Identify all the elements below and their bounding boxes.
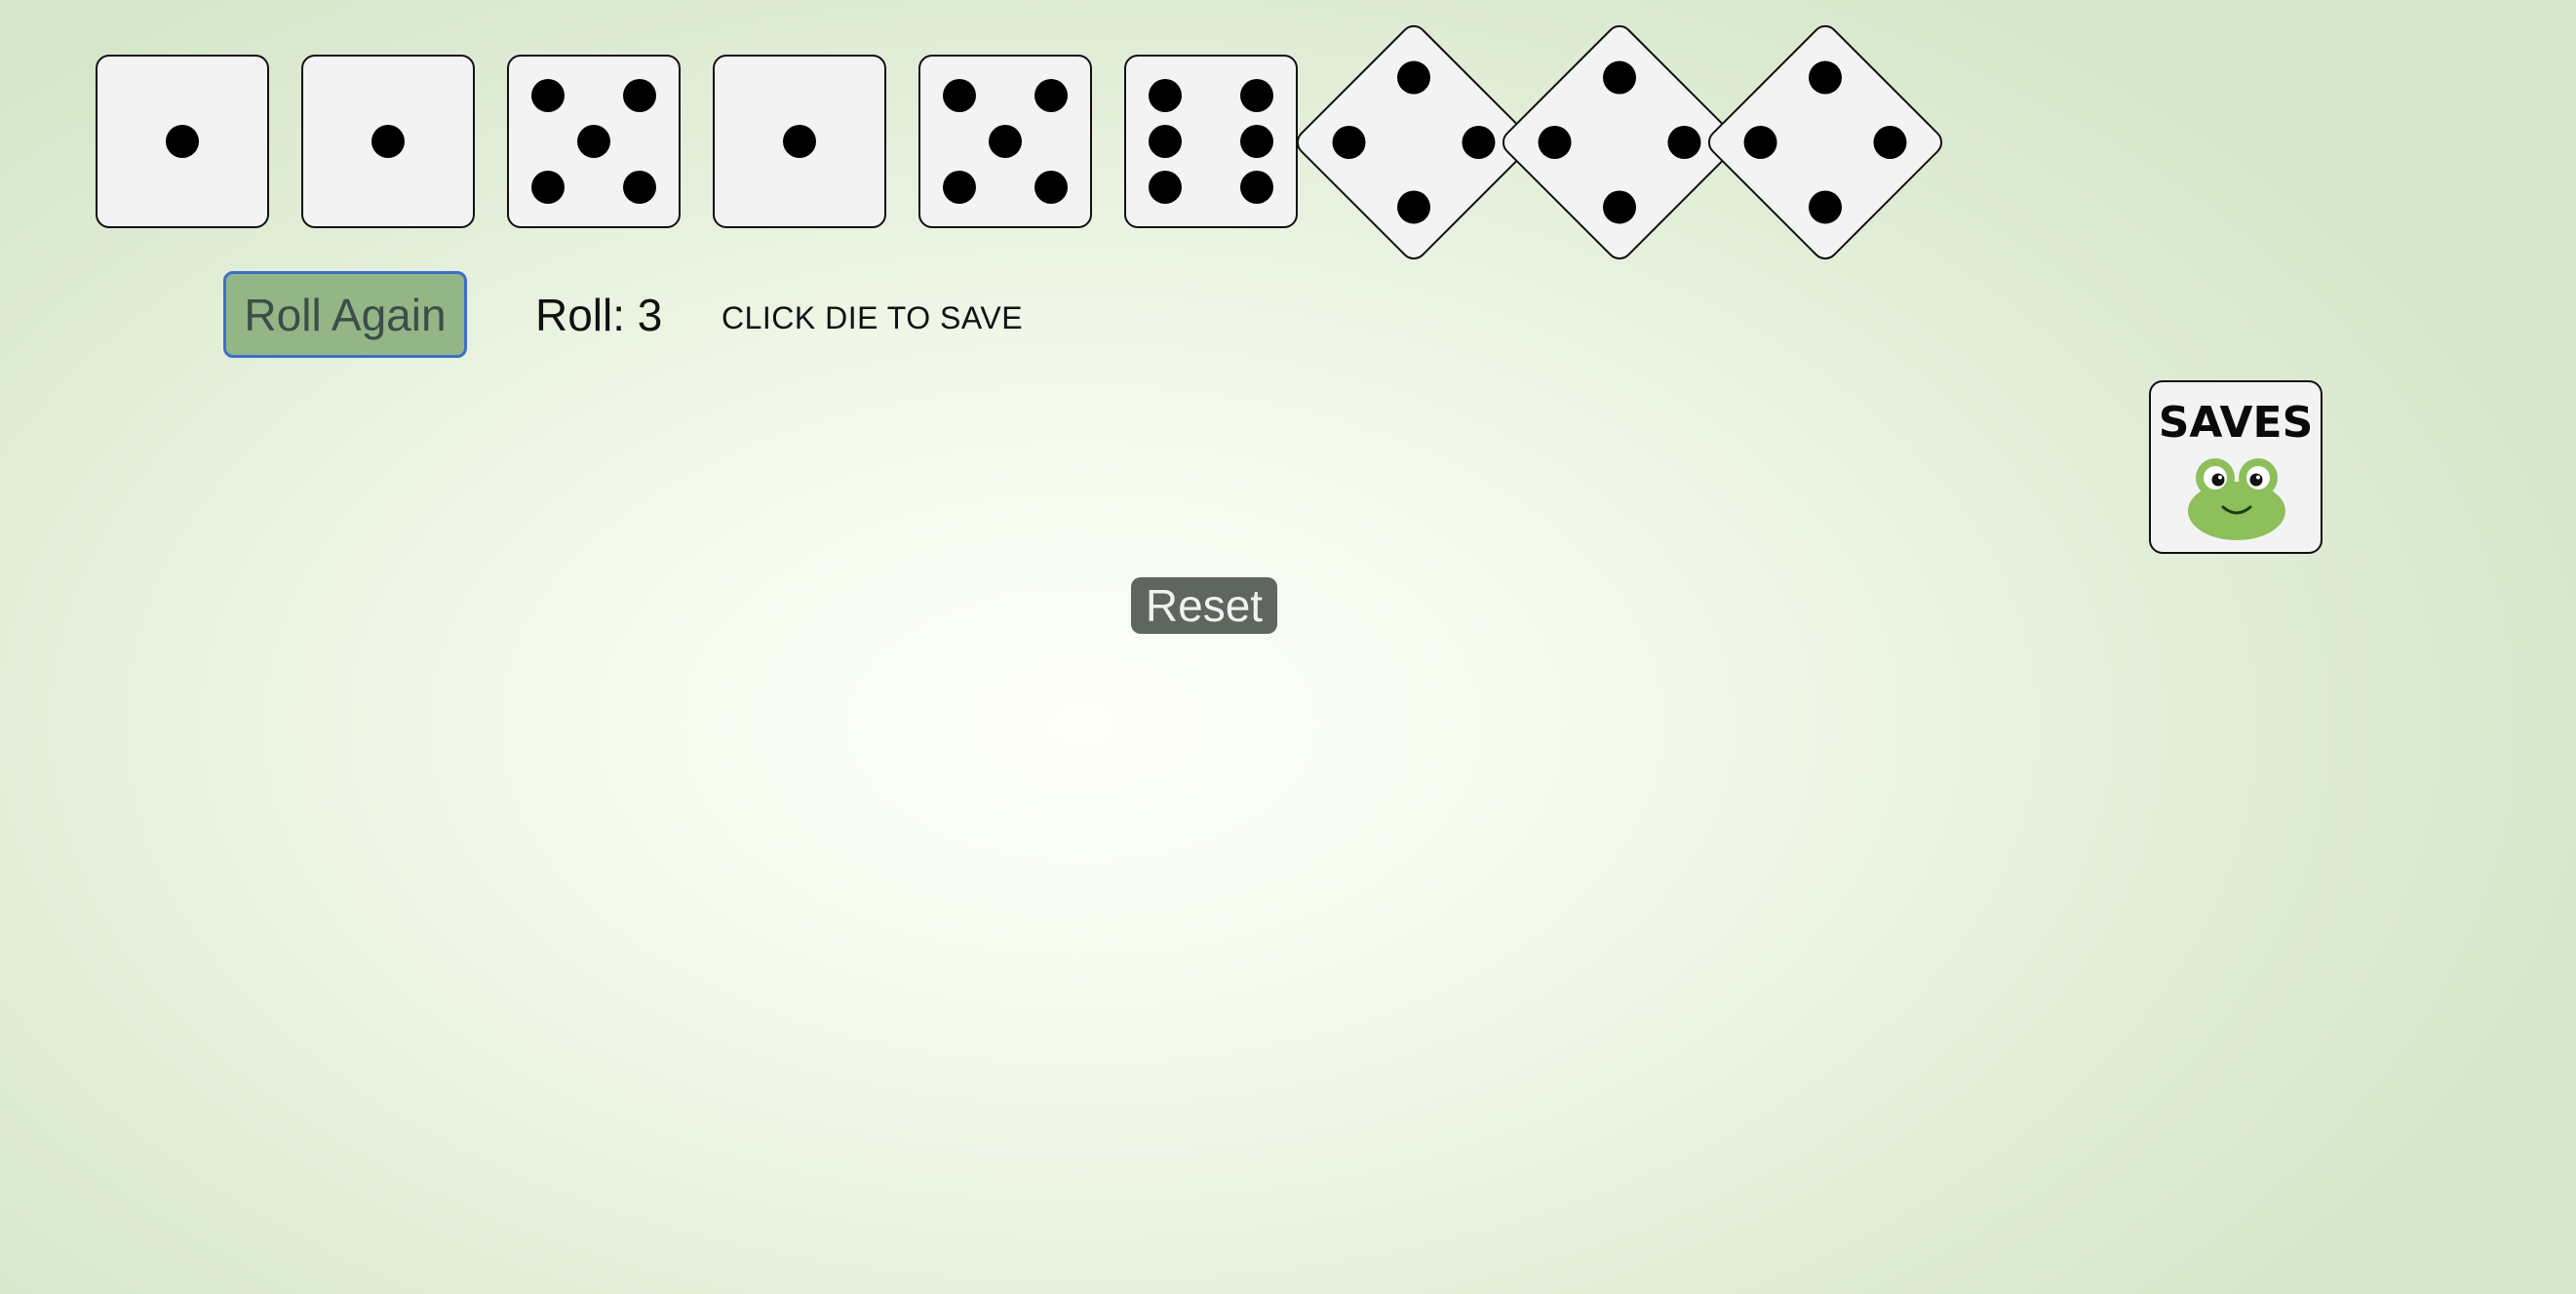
die-pip xyxy=(1239,170,1273,204)
die-2[interactable] xyxy=(301,55,475,228)
die-pip xyxy=(1389,183,1438,231)
die-pip xyxy=(1239,125,1273,158)
dice-row xyxy=(0,0,2576,293)
die-pip xyxy=(1660,118,1708,167)
die-pip xyxy=(1737,118,1784,167)
die-pip xyxy=(1595,183,1644,231)
die-pip xyxy=(1801,183,1850,231)
die-pip xyxy=(1455,118,1503,167)
die-7[interactable] xyxy=(1291,20,1537,265)
die-1[interactable] xyxy=(96,55,269,228)
die-pip xyxy=(1149,79,1183,113)
die-8[interactable] xyxy=(1497,20,1742,265)
die-pip xyxy=(943,170,977,204)
die-pip xyxy=(371,125,405,158)
die-4[interactable] xyxy=(713,55,886,228)
saves-label: SAVES xyxy=(2158,398,2314,448)
die-pip xyxy=(1149,125,1183,158)
die-pip xyxy=(1531,118,1579,167)
roll-counter: Roll: 3 xyxy=(535,290,663,340)
die-pip xyxy=(1239,79,1273,113)
die-pip xyxy=(531,79,566,113)
roll-again-button[interactable]: Roll Again xyxy=(223,271,467,358)
die-pip xyxy=(166,125,199,158)
die-3[interactable] xyxy=(507,55,681,228)
die-pip xyxy=(622,79,656,113)
die-pip xyxy=(989,125,1022,158)
frog-icon xyxy=(2188,458,2285,540)
die-9[interactable] xyxy=(1702,20,1948,265)
die-pip xyxy=(622,170,656,204)
die-5[interactable] xyxy=(918,55,1092,228)
save-hint-text: CLICK DIE TO SAVE xyxy=(722,300,1024,335)
die-pip xyxy=(783,125,816,158)
die-pip xyxy=(1034,170,1068,204)
die-6[interactable] xyxy=(1124,55,1298,228)
reset-button[interactable]: Reset xyxy=(1131,577,1277,634)
die-pip xyxy=(943,79,977,113)
die-pip xyxy=(1595,54,1644,101)
die-pip xyxy=(1149,170,1183,204)
die-pip xyxy=(1389,54,1438,101)
die-pip xyxy=(1866,118,1914,167)
die-pip xyxy=(1801,54,1850,101)
die-pip xyxy=(1325,118,1373,167)
die-pip xyxy=(1034,79,1068,113)
die-pip xyxy=(531,170,566,204)
die-pip xyxy=(577,125,610,158)
saves-box[interactable]: SAVES xyxy=(2149,380,2322,554)
